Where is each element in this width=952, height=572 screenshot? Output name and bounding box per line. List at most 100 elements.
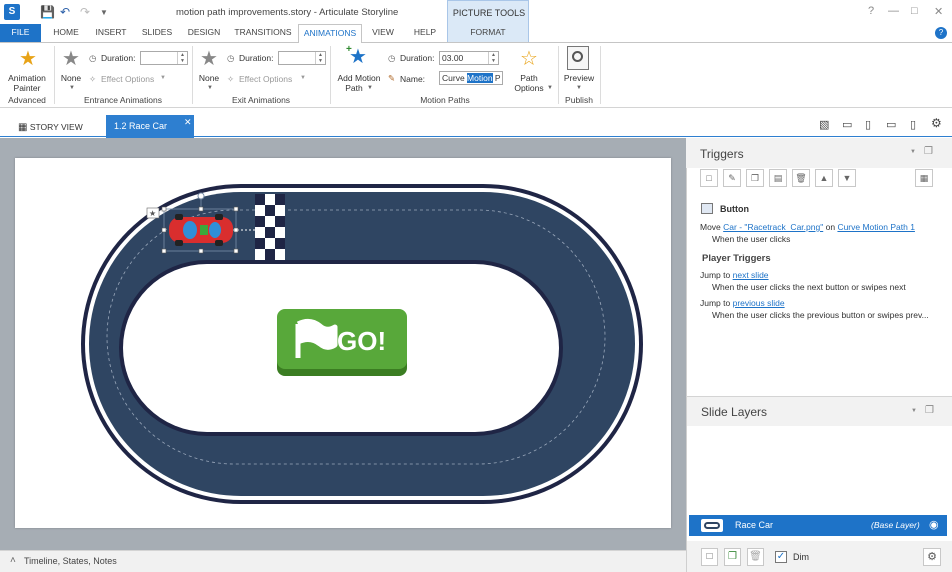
trigger-options-icon[interactable]: ▦ (915, 169, 933, 187)
help-question-icon[interactable]: ? (868, 5, 874, 17)
racetrack-graphic[interactable]: ★ GO! (15, 158, 671, 528)
path-options-star-icon[interactable]: ☆ (516, 46, 542, 71)
tablet-portrait-icon[interactable]: ▯ (865, 118, 871, 131)
tab-file[interactable]: FILE (0, 24, 41, 42)
chevron-down-icon[interactable]: ▼ (300, 75, 306, 81)
close-tab-icon[interactable]: ✕ (184, 117, 192, 128)
go-button[interactable]: GO! (277, 309, 407, 376)
help-icon[interactable]: ? (935, 27, 947, 39)
exit-duration-input[interactable]: ▲ ▼ (278, 51, 326, 65)
tab-story-view[interactable]: ▦ STORY VIEW (18, 118, 83, 136)
motion-name-input[interactable]: Curve Motion P (439, 71, 503, 85)
maximize-icon[interactable]: □ (911, 5, 918, 17)
motion-duration-input[interactable]: 03.00 ▲ ▼ (439, 51, 499, 65)
gear-icon[interactable]: ⚙ (931, 116, 942, 130)
entrance-duration-input[interactable]: ▲ ▼ (140, 51, 188, 65)
tab-insert[interactable]: INSERT (89, 24, 133, 42)
trigger-1-path-link[interactable]: Curve Motion Path 1 (837, 222, 914, 232)
phone-icon[interactable]: ▯ (910, 118, 916, 131)
animation-painter-icon[interactable]: ★ (16, 46, 40, 71)
add-motion-path-label[interactable]: Add Motion (334, 73, 384, 83)
entrance-none-label[interactable]: None (58, 73, 84, 83)
move-down-icon[interactable]: ▼ (838, 169, 856, 187)
minimize-icon[interactable]: — (888, 5, 899, 17)
delete-layer-icon[interactable]: 🗑 (747, 548, 764, 566)
chevron-down-icon[interactable]: ▼ (367, 85, 373, 91)
chevron-down-icon[interactable]: ▼ (160, 75, 166, 81)
chevron-down-icon[interactable]: ▼ (910, 149, 916, 155)
resize-handle[interactable] (161, 227, 167, 233)
resize-handle[interactable] (198, 206, 204, 212)
preview-label[interactable]: Preview (560, 73, 598, 83)
resize-handle[interactable] (233, 206, 239, 212)
delete-trigger-icon[interactable]: 🗑 (792, 169, 810, 187)
chevron-down-icon[interactable]: ▼ (911, 408, 917, 414)
triggers-header: Triggers ▼ ❐ (686, 138, 952, 168)
tab-slides[interactable]: SLIDES (136, 24, 178, 42)
undo-icon[interactable]: ↶ (60, 5, 70, 19)
resize-handle[interactable] (233, 248, 239, 254)
tablet-landscape-icon[interactable]: ▭ (886, 118, 896, 131)
trigger-1-target-link[interactable]: Car - "Racetrack_Car.png" (723, 222, 823, 232)
exit-none-star-icon[interactable]: ★ (196, 46, 222, 71)
save-icon[interactable]: 💾 (40, 5, 55, 19)
trigger-object-name: Button (720, 204, 749, 214)
tab-view[interactable]: VIEW (364, 24, 402, 42)
resize-handle[interactable] (161, 248, 167, 254)
chevron-up-icon[interactable]: ˄ (10, 555, 16, 566)
restore-panel-icon[interactable]: ❐ (925, 405, 934, 416)
timeline-bar[interactable]: ˄ Timeline, States, Notes (0, 550, 686, 572)
spin-arrows-icon[interactable]: ▲ ▼ (315, 52, 325, 64)
spin-arrows-icon[interactable]: ▲ ▼ (488, 52, 498, 64)
race-car-image[interactable] (169, 214, 233, 246)
exit-none-label[interactable]: None (196, 73, 222, 83)
copy-trigger-icon[interactable]: ❐ (746, 169, 764, 187)
chevron-down-icon[interactable]: ▼ (207, 85, 213, 91)
tab-home[interactable]: HOME (45, 24, 87, 42)
duplicate-layer-icon[interactable]: ❐ (724, 548, 741, 566)
new-layer-icon[interactable]: □ (701, 548, 718, 566)
desktop-icon[interactable]: ▭ (842, 118, 852, 131)
trigger-3-target-link[interactable]: previous slide (733, 298, 785, 308)
tab-transitions[interactable]: TRANSITIONS (230, 24, 296, 42)
trigger-3-when: When the user clicks the previous button… (712, 310, 929, 320)
spin-arrows-icon[interactable]: ▲ ▼ (177, 52, 187, 64)
timeline-label[interactable]: Timeline, States, Notes (24, 556, 117, 566)
path-options-label[interactable]: Path (509, 73, 549, 83)
move-up-icon[interactable]: ▲ (815, 169, 833, 187)
new-trigger-icon[interactable]: □ (700, 169, 718, 187)
redo-icon[interactable]: ↷ (80, 5, 90, 19)
path-options-label-2[interactable]: Options (509, 83, 549, 93)
laptop-icon[interactable]: ▧ (819, 118, 829, 131)
tab-help[interactable]: HELP (404, 24, 446, 42)
animation-painter-label[interactable]: Animation (2, 73, 52, 83)
tab-design[interactable]: DESIGN (180, 24, 228, 42)
edit-trigger-icon[interactable]: ✎ (723, 169, 741, 187)
close-icon[interactable]: ✕ (934, 5, 943, 18)
trigger-2-target-link[interactable]: next slide (733, 270, 769, 280)
preview-icon[interactable] (567, 46, 589, 70)
group-separator (192, 46, 193, 104)
tab-format[interactable]: FORMAT (448, 24, 528, 42)
paste-trigger-icon[interactable]: ▤ (769, 169, 787, 187)
entrance-effect-options[interactable]: Effect Options (101, 74, 154, 84)
restore-panel-icon[interactable]: ❐ (924, 146, 933, 157)
exit-effect-options[interactable]: Effect Options (239, 74, 292, 84)
tab-animations[interactable]: ANIMATIONS (298, 24, 362, 43)
resize-handle[interactable] (233, 227, 239, 233)
eye-icon[interactable]: ◉ (929, 518, 939, 531)
entrance-none-star-icon[interactable]: ★ (58, 46, 84, 71)
chevron-down-icon[interactable]: ▼ (69, 85, 75, 91)
chevron-down-icon[interactable]: ▼ (576, 85, 582, 91)
dim-checkbox[interactable]: ✓ (775, 551, 787, 563)
rotate-handle[interactable] (197, 192, 205, 200)
tab-slide-race-car[interactable]: 1.2 Race Car (106, 115, 194, 138)
customize-qat-icon[interactable]: ▼ (100, 8, 108, 17)
resize-handle[interactable] (198, 248, 204, 254)
gear-icon[interactable]: ⚙ (923, 548, 941, 566)
resize-handle[interactable] (161, 206, 167, 212)
chevron-down-icon[interactable]: ▼ (547, 85, 553, 91)
base-layer-row[interactable]: Race Car (Base Layer) ◉ (689, 515, 947, 536)
animation-painter-label-2[interactable]: Painter (2, 83, 52, 93)
base-layer-name: Race Car (735, 520, 774, 530)
